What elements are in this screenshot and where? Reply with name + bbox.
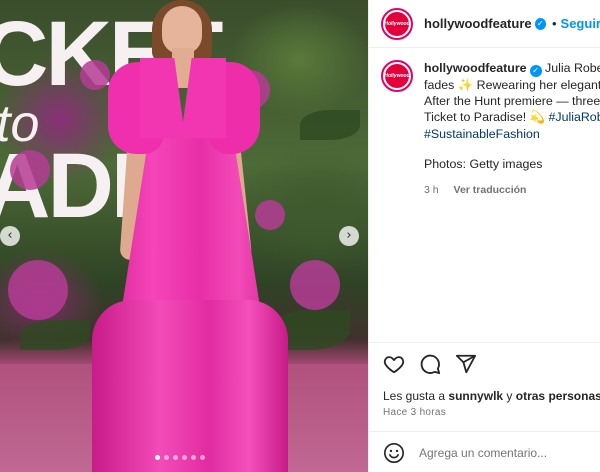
flower-decoration: [10, 150, 50, 190]
caption-line: Ticket to Paradise! 💫: [424, 110, 546, 125]
engagement-section: Les gusta a sunnywlk y otras personas Ha…: [369, 342, 600, 472]
likes-joiner: y: [506, 389, 513, 403]
carousel-dot[interactable]: [200, 455, 205, 460]
share-icon[interactable]: [455, 353, 477, 375]
leaf-decoration: [20, 320, 90, 350]
person-in-pink-gown: [92, 0, 296, 472]
caption-line: Julia Roberts: [545, 61, 600, 75]
avatar[interactable]: Hollywood: [381, 60, 413, 92]
comment-input[interactable]: [419, 445, 599, 460]
caption-line: After the Hunt premiere — three y: [424, 94, 600, 109]
carousel-next-button[interactable]: ›: [339, 226, 359, 246]
carousel-dot[interactable]: [155, 455, 160, 460]
heart-icon[interactable]: [383, 353, 405, 375]
separator-dot: •: [551, 16, 557, 31]
avatar[interactable]: Hollywood: [381, 7, 413, 40]
liker-username[interactable]: sunnywlk: [448, 389, 503, 403]
post-photo[interactable]: CKET to ADIS ‹ ›: [0, 0, 368, 472]
comment-icon[interactable]: [419, 353, 441, 375]
other-likers[interactable]: otras personas: [516, 389, 600, 403]
caption-block: Hollywood hollywoodfeature✓ Julia Robert…: [381, 60, 600, 198]
caption-line: fades ✨ Rewearing her elegant G: [424, 78, 600, 92]
leaf-decoration: [300, 110, 360, 140]
post-side-panel: Hollywood hollywoodfeature ✓ • Seguir Ho…: [368, 0, 600, 472]
action-icons: [383, 353, 477, 375]
post-age: 3 h: [424, 184, 439, 197]
author-username[interactable]: hollywoodfeature: [424, 16, 532, 31]
avatar-logo: Hollywood: [385, 64, 409, 88]
caption-text: hollywoodfeature✓ Julia Roberts fades ✨ …: [424, 60, 600, 198]
verified-badge-icon: ✓: [529, 65, 542, 77]
carousel-prev-button[interactable]: ‹: [0, 226, 20, 246]
see-translation-link[interactable]: Ver traducción: [454, 184, 527, 196]
post-timestamp: Hace 3 horas: [383, 407, 447, 418]
likes-summary[interactable]: Les gusta a sunnywlk y otras personas: [383, 389, 600, 403]
emoji-icon[interactable]: [383, 442, 405, 464]
hashtag-link[interactable]: #JuliaRober: [548, 110, 600, 124]
photo-credit: Photos: Getty images: [424, 156, 543, 171]
carousel-dot[interactable]: [164, 455, 169, 460]
post-header: Hollywood hollywoodfeature ✓ • Seguir: [369, 0, 600, 48]
caption-username[interactable]: hollywoodfeature: [424, 61, 527, 75]
flower-decoration: [8, 260, 68, 320]
verified-badge-icon: ✓: [534, 17, 546, 30]
likes-prefix: Les gusta a: [383, 389, 446, 403]
carousel-dots: [155, 455, 205, 460]
hashtag-link[interactable]: #SustainableFashion: [424, 126, 600, 142]
carousel-dot[interactable]: [182, 455, 187, 460]
avatar-logo: Hollywood: [385, 11, 409, 36]
carousel-dot[interactable]: [173, 455, 178, 460]
comment-bar: [369, 431, 600, 472]
carousel-dot[interactable]: [191, 455, 196, 460]
flower-decoration: [290, 260, 340, 310]
follow-button[interactable]: Seguir: [561, 16, 600, 31]
